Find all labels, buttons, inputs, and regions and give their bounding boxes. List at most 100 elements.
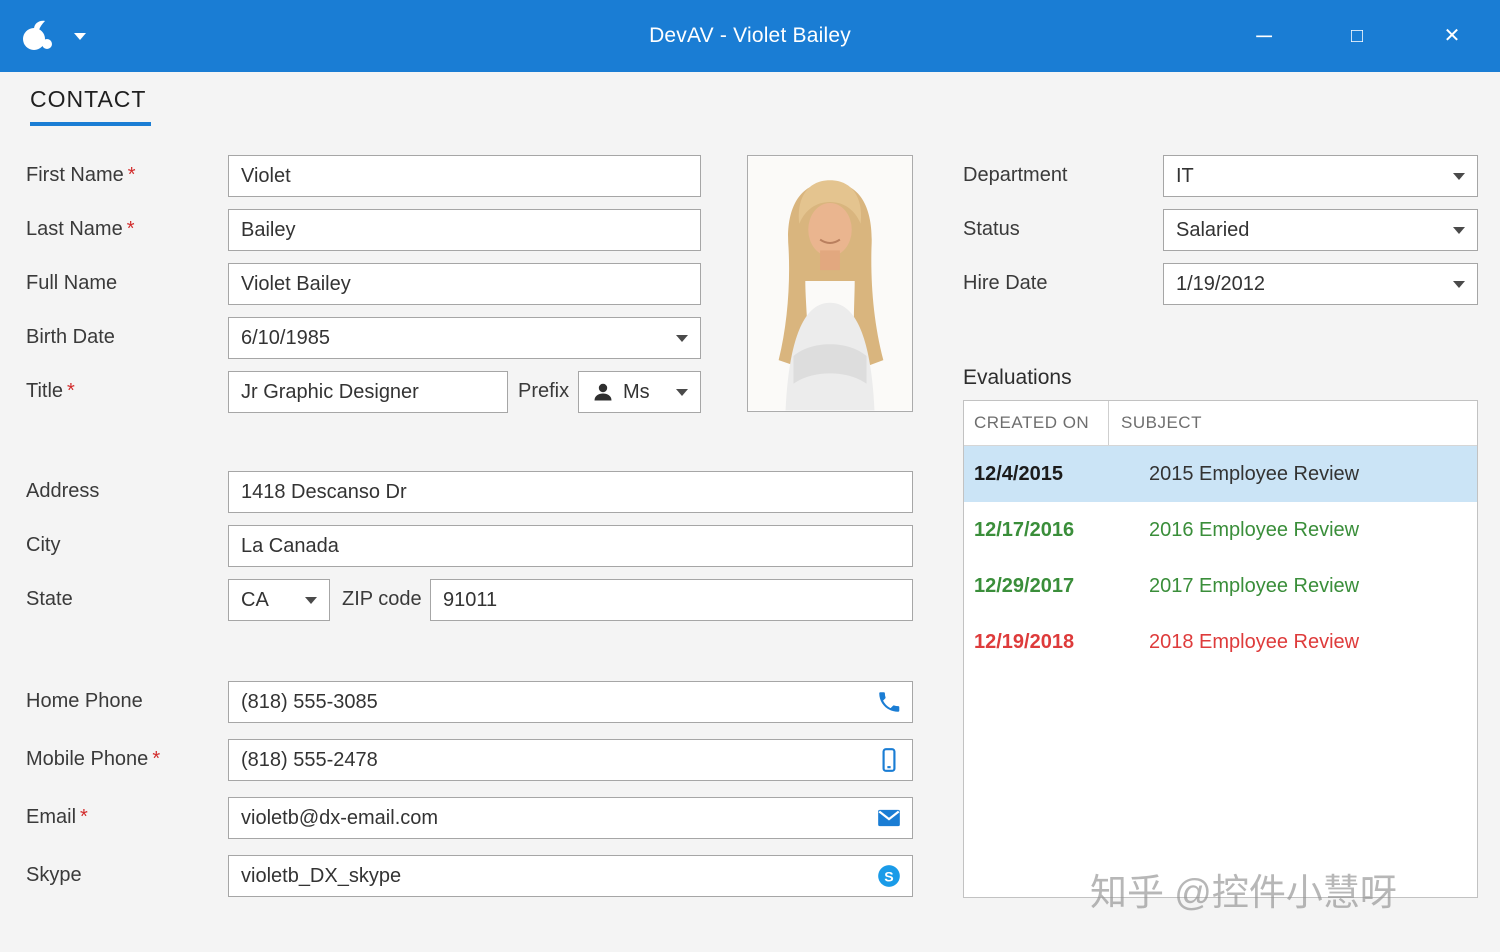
label-text: Email	[26, 806, 77, 828]
title-input[interactable]	[229, 372, 507, 412]
minimize-button[interactable]: ─	[1240, 0, 1288, 72]
table-row[interactable]: 12/4/2015 2015 Employee Review	[964, 446, 1477, 502]
state-combo[interactable]: CA	[228, 579, 330, 621]
close-button[interactable]: ✕	[1428, 0, 1476, 72]
zip-field-wrap	[430, 579, 913, 621]
evaluations-header-row: CREATED ON SUBJECT	[964, 401, 1477, 446]
hire-date-combo[interactable]: 1/19/2012	[1163, 263, 1478, 305]
home-phone-field-wrap	[228, 681, 913, 723]
row-created-on: 12/19/2018	[974, 630, 1075, 653]
first-name-field-wrap	[228, 155, 701, 197]
address-label: Address	[26, 480, 100, 502]
state-label: State	[26, 588, 73, 610]
city-label: City	[26, 534, 61, 556]
row-subject: 2015 Employee Review	[1149, 462, 1360, 485]
prefix-value: Ms	[623, 380, 650, 403]
mobile-phone-input[interactable]	[229, 740, 876, 780]
email-label: Email *	[26, 806, 88, 829]
row-created-on: 12/29/2017	[974, 574, 1075, 597]
watermark-text: 知乎 @控件小慧呀	[1090, 872, 1397, 913]
birth-date-label: Birth Date	[26, 326, 115, 348]
hire-date-label: Hire Date	[963, 272, 1048, 294]
last-name-label: Last Name *	[26, 218, 135, 241]
hire-date-value: 1/19/2012	[1176, 272, 1265, 295]
portrait-image	[748, 156, 912, 411]
city-input[interactable]	[229, 526, 912, 566]
tab-contact[interactable]: CONTACT	[30, 86, 146, 113]
home-phone-input[interactable]	[229, 682, 876, 722]
chevron-down-icon	[1453, 172, 1465, 180]
envelope-icon[interactable]	[876, 805, 902, 831]
label-text: Title	[26, 380, 64, 402]
table-row[interactable]: 12/17/2016 2016 Employee Review	[964, 502, 1477, 558]
skype-input[interactable]	[229, 856, 876, 896]
skype-label: Skype	[26, 864, 82, 886]
skype-icon[interactable]: S	[876, 863, 902, 889]
required-asterisk: *	[80, 806, 88, 828]
mobile-phone-field-wrap	[228, 739, 913, 781]
titlebar: DevAV - Violet Bailey ─ □ ✕	[0, 0, 1500, 72]
first-name-label: First Name *	[26, 164, 136, 187]
chevron-down-icon	[1453, 226, 1465, 234]
app-window: DevAV - Violet Bailey ─ □ ✕ CONTACT Firs…	[0, 0, 1500, 952]
employee-photo	[747, 155, 913, 412]
address-field-wrap	[228, 471, 913, 513]
chevron-down-icon	[305, 596, 317, 604]
department-label: Department	[963, 164, 1068, 186]
required-asterisk: *	[126, 218, 135, 240]
required-asterisk: *	[152, 748, 161, 770]
title-field-wrap	[228, 371, 508, 413]
skype-field-wrap: S	[228, 855, 913, 897]
chevron-down-icon	[676, 334, 688, 342]
prefix-combo[interactable]: Ms	[578, 371, 701, 413]
row-created-on: 12/4/2015	[974, 462, 1063, 485]
mobile-phone-icon[interactable]	[876, 747, 902, 773]
address-input[interactable]	[229, 472, 912, 512]
last-name-input[interactable]	[229, 210, 700, 250]
zip-label: ZIP code	[342, 588, 422, 610]
phone-icon[interactable]	[876, 689, 902, 715]
mobile-phone-label: Mobile Phone *	[26, 748, 160, 771]
status-label: Status	[963, 218, 1020, 240]
email-input[interactable]	[229, 798, 876, 838]
city-field-wrap	[228, 525, 913, 567]
person-icon	[594, 383, 612, 401]
chevron-down-icon	[676, 388, 688, 396]
birth-date-value: 6/10/1985	[241, 326, 330, 349]
zip-input[interactable]	[431, 580, 912, 620]
required-asterisk: *	[127, 164, 136, 186]
evaluations-title: Evaluations	[963, 366, 1072, 389]
label-text: Mobile Phone	[26, 748, 149, 770]
prefix-label: Prefix	[518, 380, 570, 402]
full-name-input[interactable]	[229, 264, 700, 304]
label-text: First Name	[26, 164, 124, 186]
status-combo[interactable]: Salaried	[1163, 209, 1478, 251]
column-header-created-on[interactable]: CREATED ON	[964, 401, 1109, 445]
evaluations-table: CREATED ON SUBJECT 12/4/2015 2015 Employ…	[963, 400, 1478, 898]
state-value: CA	[241, 588, 269, 611]
required-asterisk: *	[67, 380, 75, 402]
email-field-wrap	[228, 797, 913, 839]
tab-contact-underline	[30, 122, 151, 126]
maximize-button[interactable]: □	[1333, 0, 1381, 72]
title-label: Title *	[26, 380, 75, 403]
table-row[interactable]: 12/29/2017 2017 Employee Review	[964, 558, 1477, 614]
full-name-label: Full Name	[26, 272, 118, 294]
department-value: IT	[1176, 164, 1194, 187]
row-subject: 2018 Employee Review	[1149, 630, 1360, 653]
chevron-down-icon	[1453, 280, 1465, 288]
table-row[interactable]: 12/19/2018 2018 Employee Review	[964, 614, 1477, 670]
department-combo[interactable]: IT	[1163, 155, 1478, 197]
label-text: Last Name	[26, 218, 123, 240]
birth-date-combo[interactable]: 6/10/1985	[228, 317, 701, 359]
row-subject: 2017 Employee Review	[1149, 574, 1360, 597]
svg-text:S: S	[884, 868, 893, 884]
status-value: Salaried	[1176, 218, 1250, 241]
row-created-on: 12/17/2016	[974, 518, 1075, 541]
row-subject: 2016 Employee Review	[1149, 518, 1360, 541]
first-name-input[interactable]	[229, 156, 700, 196]
full-name-field-wrap	[228, 263, 701, 305]
home-phone-label: Home Phone	[26, 690, 143, 712]
last-name-field-wrap	[228, 209, 701, 251]
column-header-subject[interactable]: SUBJECT	[1109, 413, 1477, 433]
